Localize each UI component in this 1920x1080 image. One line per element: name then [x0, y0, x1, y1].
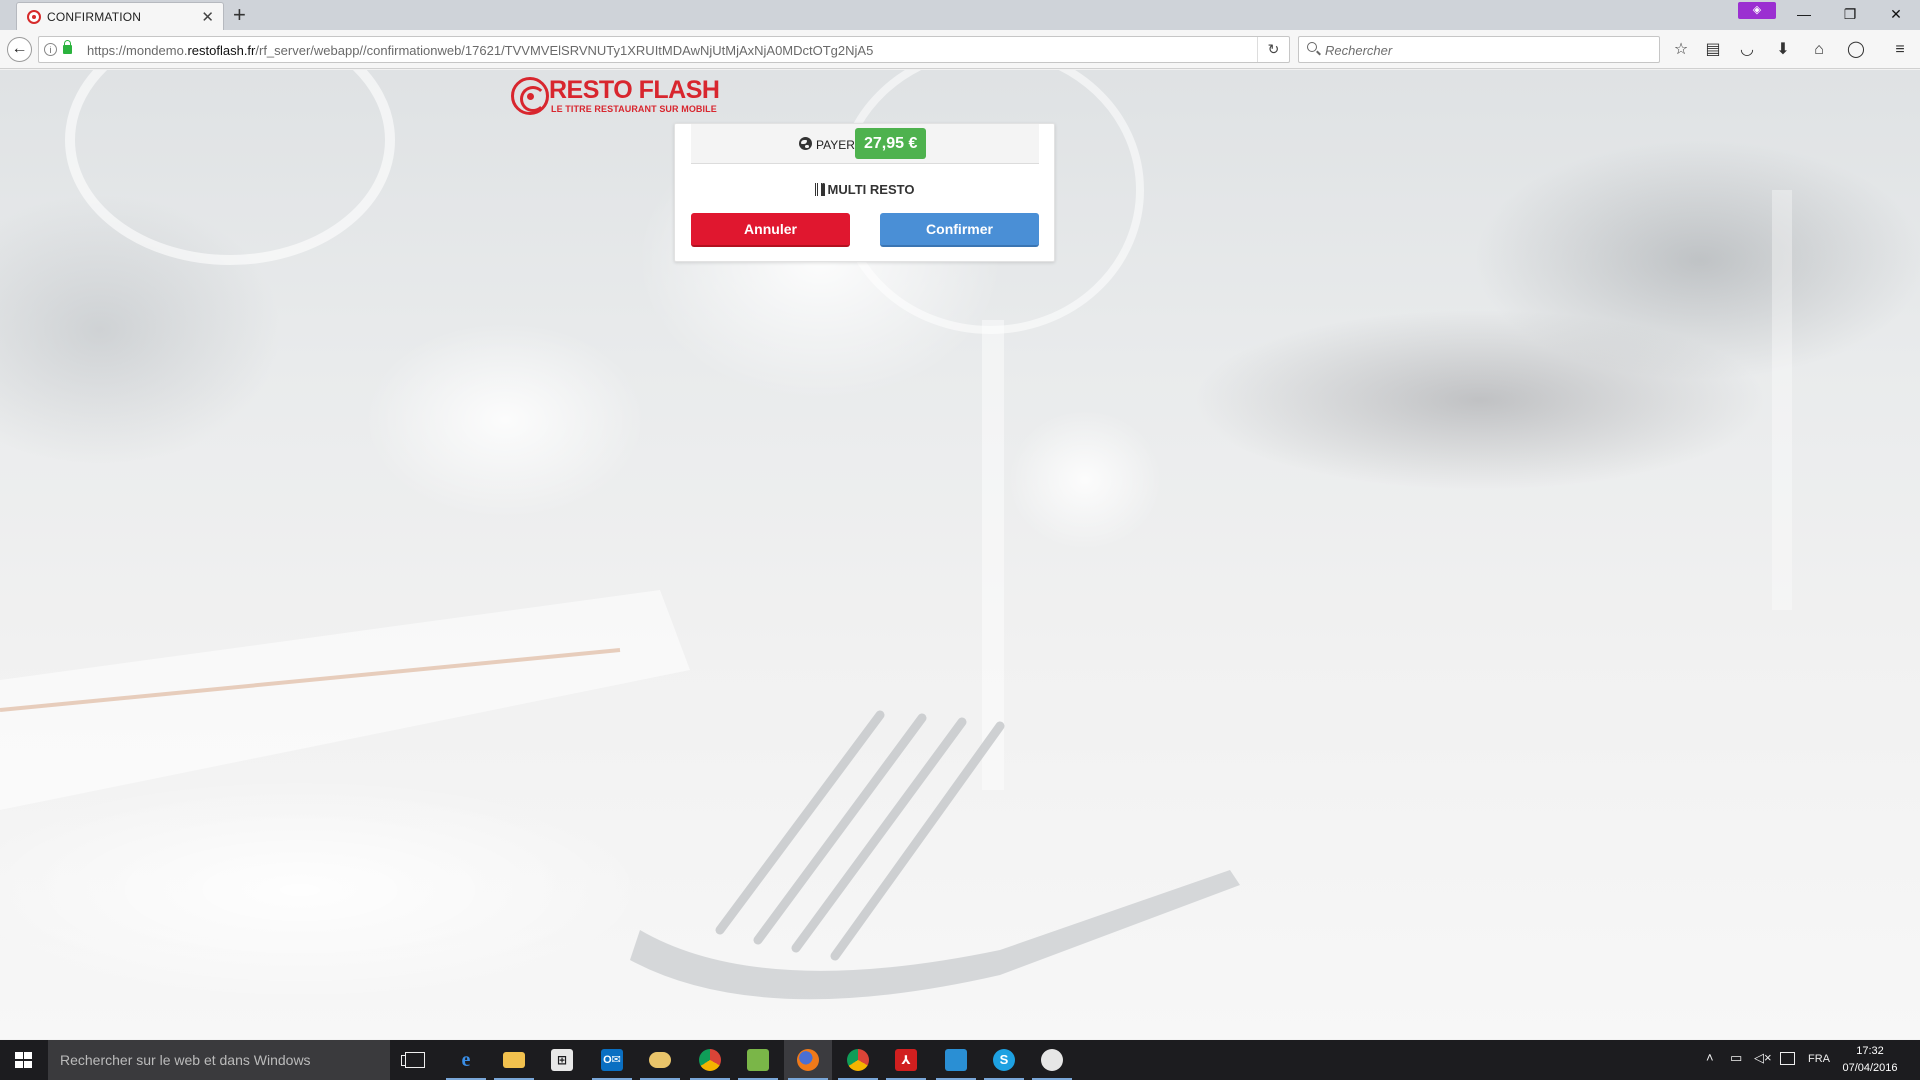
start-button[interactable]: [0, 1040, 48, 1080]
chrome-app[interactable]: [686, 1040, 734, 1080]
network-icon[interactable]: ▭: [1730, 1050, 1742, 1066]
chrome-user-app[interactable]: [834, 1040, 882, 1080]
payment-confirmation-card: PAYER 27,95 € MULTI RESTO Annuler Confir…: [674, 123, 1055, 262]
taskbar-search-placeholder: Rechercher sur le web et dans Windows: [60, 1052, 311, 1068]
bookmarks-menu-icon[interactable]: ▤: [1700, 37, 1726, 63]
show-hidden-icons-icon[interactable]: ˄: [1706, 1050, 1714, 1065]
paint-icon: [1041, 1049, 1063, 1071]
pocket-icon[interactable]: ◡: [1734, 37, 1760, 63]
cloud-drive-app[interactable]: [636, 1040, 684, 1080]
private-mask-icon[interactable]: ◈: [1738, 2, 1776, 19]
store-app[interactable]: ⊞: [538, 1040, 586, 1080]
skype-app[interactable]: S: [980, 1040, 1028, 1080]
restaurant-row: MULTI RESTO: [675, 182, 1054, 197]
clock-time: 17:32: [1856, 1045, 1884, 1057]
menu-icon[interactable]: ≡: [1887, 37, 1913, 63]
outlook-icon: O✉: [601, 1049, 623, 1071]
windows-taskbar: Rechercher sur le web et dans Windows e …: [0, 1040, 1920, 1080]
logo-brand: RESTO FLASH: [549, 76, 720, 104]
confirm-button[interactable]: Confirmer: [880, 213, 1039, 247]
pay-label: PAYER: [816, 138, 855, 152]
url-prefix: https://mondemo.: [87, 43, 188, 58]
lock-icon[interactable]: [63, 40, 72, 54]
file-explorer-icon: [503, 1052, 525, 1068]
logo-tagline: LE TITRE RESTAURANT SUR MOBILE: [551, 104, 717, 114]
paint-app[interactable]: [1028, 1040, 1076, 1080]
resto-flash-favicon-icon: [27, 10, 41, 24]
payment-row: PAYER 27,95 €: [691, 124, 1039, 164]
language-indicator[interactable]: FRA: [1808, 1053, 1830, 1065]
store-icon: ⊞: [551, 1049, 573, 1071]
clock-date: 07/04/2016: [1842, 1062, 1898, 1074]
address-bar[interactable]: i https://mondemo.restoflash.fr/rf_serve…: [38, 36, 1290, 63]
skype-icon: S: [993, 1049, 1015, 1071]
web-page: RESTO FLASH LE TITRE RESTAURANT SUR MOBI…: [0, 70, 1920, 1039]
file-explorer-app[interactable]: [490, 1040, 538, 1080]
tab-close-icon[interactable]: ✕: [201, 8, 214, 26]
home-icon[interactable]: ⌂: [1806, 37, 1832, 63]
window-close-button[interactable]: ✕: [1873, 0, 1919, 28]
remote-desktop-app[interactable]: [932, 1040, 980, 1080]
cancel-button[interactable]: Annuler: [691, 213, 850, 247]
firefox-icon: [797, 1049, 819, 1071]
globe-icon: [799, 137, 812, 150]
resto-flash-logo: RESTO FLASH LE TITRE RESTAURANT SUR MOBI…: [509, 74, 734, 120]
new-tab-button[interactable]: +: [233, 2, 246, 28]
restore-button[interactable]: ❐: [1827, 0, 1873, 28]
restaurant-name: MULTI RESTO: [827, 182, 915, 197]
remote-desktop-icon: [945, 1049, 967, 1071]
edge-icon: e: [461, 1049, 471, 1071]
chrome-user-icon: [847, 1049, 869, 1071]
windows-logo-icon: [15, 1052, 32, 1068]
site-info-icon[interactable]: i: [44, 43, 57, 56]
hello-chat-icon[interactable]: ◯: [1843, 37, 1869, 63]
minimize-button[interactable]: —: [1781, 0, 1827, 28]
outlook-app[interactable]: O✉: [588, 1040, 636, 1080]
acrobat-app[interactable]: ⅄: [882, 1040, 930, 1080]
back-button[interactable]: ←: [7, 37, 32, 62]
bookmark-star-icon[interactable]: ☆: [1668, 37, 1694, 63]
url-path: /rf_server/webapp//confirmationweb/17621…: [255, 43, 874, 58]
reload-icon[interactable]: ↻: [1257, 37, 1289, 62]
taskbar-search-box[interactable]: Rechercher sur le web et dans Windows: [48, 1040, 390, 1080]
search-box[interactable]: [1298, 36, 1660, 63]
cutlery-icon: [814, 183, 826, 196]
notepad-app[interactable]: [734, 1040, 782, 1080]
volume-muted-icon[interactable]: ◁×: [1754, 1050, 1772, 1066]
navigation-toolbar: ← i https://mondemo.restoflash.fr/rf_ser…: [0, 30, 1920, 69]
notepad-icon: [747, 1049, 769, 1071]
acrobat-icon: ⅄: [895, 1049, 917, 1071]
amount-badge: 27,95 €: [855, 128, 927, 159]
url-text[interactable]: https://mondemo.restoflash.fr/rf_server/…: [87, 43, 873, 58]
action-center-icon[interactable]: [1780, 1052, 1795, 1065]
downloads-icon[interactable]: ⬇: [1770, 37, 1796, 63]
resto-flash-logo-icon: [511, 77, 549, 115]
tab-confirmation[interactable]: CONFIRMATION ✕: [16, 2, 224, 30]
tab-bar: CONFIRMATION ✕ + ◈ — ❐ ✕: [0, 0, 1920, 30]
url-domain: restoflash.fr: [187, 43, 256, 58]
edge-app[interactable]: e: [442, 1040, 490, 1080]
chrome-icon: [699, 1049, 721, 1071]
firefox-app[interactable]: [784, 1040, 832, 1080]
task-view-icon[interactable]: [401, 1052, 425, 1068]
search-icon: [1307, 42, 1317, 52]
tab-title: CONFIRMATION: [47, 10, 142, 24]
search-input[interactable]: [1325, 41, 1645, 59]
cloud-drive-icon: [649, 1052, 671, 1068]
clock[interactable]: 17:32 07/04/2016: [1830, 1043, 1910, 1077]
